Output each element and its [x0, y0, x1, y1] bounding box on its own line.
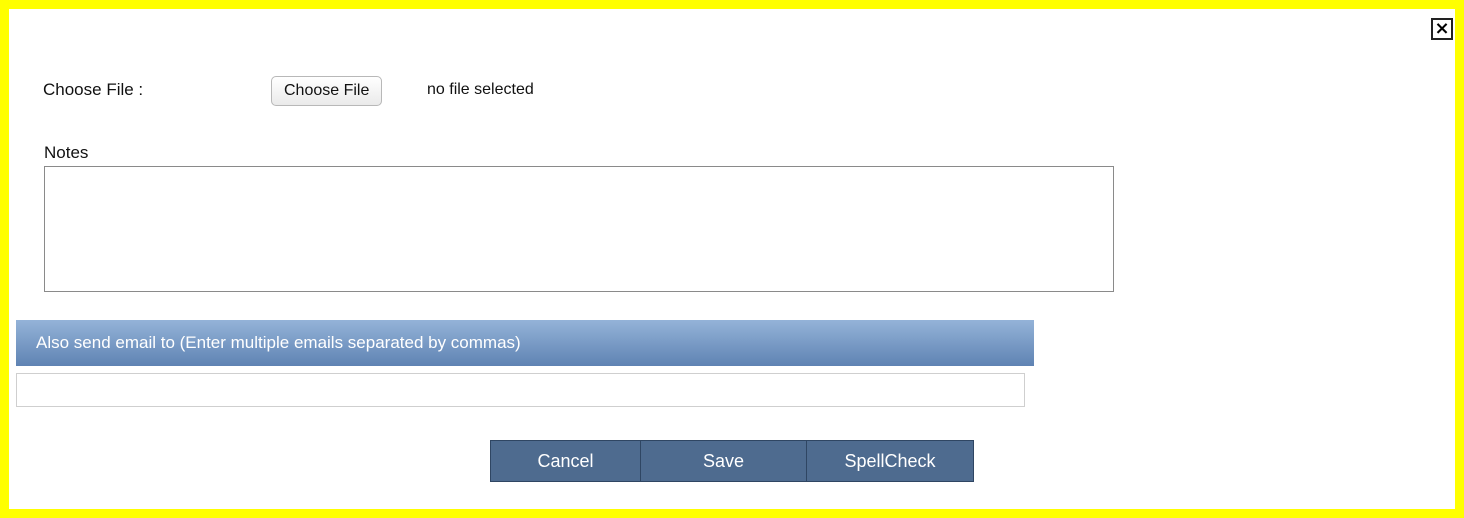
- cancel-button[interactable]: Cancel: [490, 440, 641, 482]
- notes-textarea[interactable]: [44, 166, 1114, 292]
- spellcheck-button[interactable]: SpellCheck: [806, 440, 974, 482]
- file-status-text: no file selected: [427, 81, 534, 98]
- choose-file-label: Choose File :: [43, 80, 144, 99]
- close-button[interactable]: ×: [1431, 18, 1453, 40]
- email-section-header: Also send email to (Enter multiple email…: [16, 320, 1034, 366]
- email-section-title: Also send email to (Enter multiple email…: [36, 333, 521, 352]
- email-input[interactable]: [16, 373, 1025, 407]
- choose-file-button[interactable]: Choose File: [271, 76, 383, 106]
- attachment-dialog: × Choose File : Choose File no file sele…: [9, 9, 1455, 509]
- save-button[interactable]: Save: [640, 440, 807, 482]
- notes-label: Notes: [44, 143, 89, 162]
- close-icon: ×: [1434, 18, 1450, 39]
